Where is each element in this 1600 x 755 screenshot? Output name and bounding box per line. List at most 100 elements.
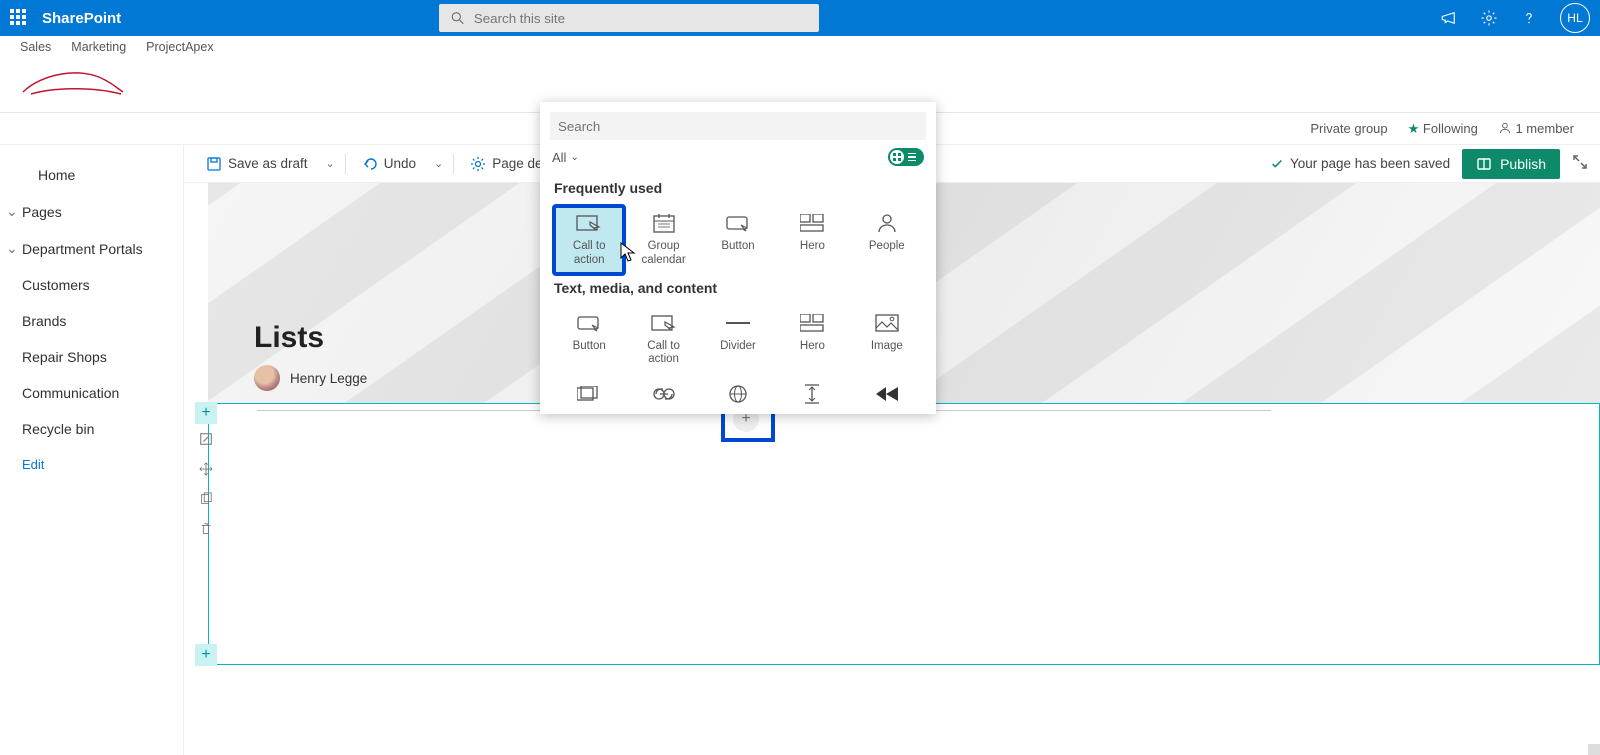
nav-communication[interactable]: Communication [0, 375, 183, 411]
wp-partial-4[interactable] [777, 377, 847, 411]
site-tab[interactable]: ProjectApex [146, 40, 213, 60]
wp-button-2[interactable]: Button [554, 306, 624, 374]
wp-label: Group calendar [630, 240, 696, 268]
wp-cta-2[interactable]: Call to action [628, 306, 698, 374]
page-title[interactable]: Lists [254, 321, 324, 355]
wp-label: People [869, 240, 905, 254]
add-section-top[interactable]: + [195, 402, 217, 424]
wp-partial-3[interactable] [703, 377, 773, 411]
image-icon [873, 312, 901, 334]
wp-group-calendar[interactable]: Group calendar [628, 206, 698, 274]
undo-chevron[interactable]: ⌄ [430, 157, 447, 170]
brand-label[interactable]: SharePoint [42, 10, 121, 27]
app-launcher-icon[interactable] [10, 9, 28, 27]
people-icon [873, 212, 901, 234]
calendar-icon [650, 212, 678, 234]
wp-label: Hero [800, 240, 825, 254]
site-logo[interactable] [20, 62, 128, 104]
wp-people[interactable]: People [852, 206, 922, 274]
nav-recycle-bin[interactable]: Recycle bin [0, 411, 183, 447]
wp-button[interactable]: Button [703, 206, 773, 274]
publish-button[interactable]: Publish [1462, 149, 1560, 179]
wp-label: Call to action [556, 240, 622, 268]
button-icon [724, 212, 752, 234]
picker-view-toggle[interactable] [888, 148, 924, 166]
nav-customers[interactable]: Customers [0, 267, 183, 303]
picker-grid-text: Button Call to action Divider Hero Image [554, 306, 922, 412]
delete-section-icon[interactable] [195, 518, 217, 540]
wp-label: Button [721, 240, 754, 254]
save-icon [206, 156, 222, 172]
wp-divider[interactable]: Divider [703, 306, 773, 374]
suite-bar: SharePoint HL [0, 0, 1600, 36]
duplicate-section-icon[interactable] [195, 488, 217, 510]
hero-icon [798, 212, 826, 234]
megaphone-icon[interactable] [1440, 9, 1458, 27]
wp-partial-2[interactable] [628, 377, 698, 411]
wp-label: Hero [800, 340, 825, 354]
globe-icon [724, 383, 752, 405]
gear-icon[interactable] [1480, 9, 1498, 27]
wp-call-to-action[interactable]: Call to action [554, 206, 624, 274]
picker-section-freq: Frequently used [554, 180, 922, 196]
picker-search-input[interactable] [550, 112, 926, 140]
wp-image[interactable]: Image [852, 306, 922, 374]
stream-icon [873, 383, 901, 405]
search-box[interactable] [439, 4, 819, 32]
save-draft-button[interactable]: Save as draft [196, 152, 318, 176]
fullscreen-toggle[interactable] [1572, 154, 1588, 173]
undo-button[interactable]: Undo [352, 152, 426, 176]
members-link[interactable]: 1 member [1498, 121, 1574, 136]
search-input[interactable] [474, 11, 807, 26]
picker-body[interactable]: Frequently used Call to action Group cal… [540, 174, 936, 414]
picker-filter-row: All ⌄ [540, 140, 936, 174]
wp-hero-2[interactable]: Hero [777, 306, 847, 374]
wp-label: Image [871, 340, 903, 354]
add-section-bottom[interactable]: + [195, 644, 217, 666]
gear-icon [470, 156, 486, 172]
check-icon [1270, 157, 1284, 171]
author-avatar [254, 365, 280, 391]
saved-status: Your page has been saved [1270, 156, 1450, 171]
group-privacy-label: Private group [1310, 121, 1387, 136]
move-section-icon[interactable] [195, 458, 217, 480]
nav-department-portals[interactable]: ⌄Department Portals [0, 230, 183, 267]
page-author[interactable]: Henry Legge [254, 365, 367, 391]
save-chevron[interactable]: ⌄ [322, 157, 339, 170]
wp-hero[interactable]: Hero [777, 206, 847, 274]
picker-section-text: Text, media, and content [554, 280, 922, 296]
scroll-corner [1588, 744, 1600, 755]
wp-label: Button [573, 340, 606, 354]
wp-partial-1[interactable] [554, 377, 624, 411]
cta-icon [575, 212, 603, 234]
search-icon [451, 11, 464, 25]
picker-search[interactable] [550, 112, 926, 140]
publish-icon [1476, 156, 1492, 172]
divider-icon [724, 312, 752, 334]
nav-edit-link[interactable]: Edit [0, 447, 183, 482]
nav-repair-shops[interactable]: Repair Shops [0, 339, 183, 375]
edit-section-icon[interactable] [195, 428, 217, 450]
picker-filter-all[interactable]: All ⌄ [552, 150, 579, 165]
help-icon[interactable] [1520, 9, 1538, 27]
gallery-icon [575, 383, 603, 405]
following-toggle[interactable]: ★ Following [1408, 121, 1478, 137]
spacer-icon [798, 383, 826, 405]
empty-section[interactable]: + + + [208, 403, 1600, 665]
publish-label: Publish [1500, 156, 1546, 172]
undo-label: Undo [384, 156, 416, 171]
site-tab[interactable]: Sales [20, 40, 51, 60]
search-wrap [439, 4, 819, 32]
cta-icon [650, 312, 678, 334]
wp-label: Call to action [630, 340, 696, 368]
divider [345, 154, 346, 174]
wp-label: Divider [720, 340, 756, 354]
nav-home[interactable]: Home [0, 157, 183, 193]
site-tab[interactable]: Marketing [71, 40, 126, 60]
nav-pages[interactable]: ⌄Pages [0, 193, 183, 230]
webpart-picker: All ⌄ Frequently used Call to action Gro… [540, 102, 936, 414]
nav-brands[interactable]: Brands [0, 303, 183, 339]
undo-icon [362, 156, 378, 172]
wp-partial-5[interactable] [852, 377, 922, 411]
user-avatar[interactable]: HL [1560, 3, 1590, 33]
